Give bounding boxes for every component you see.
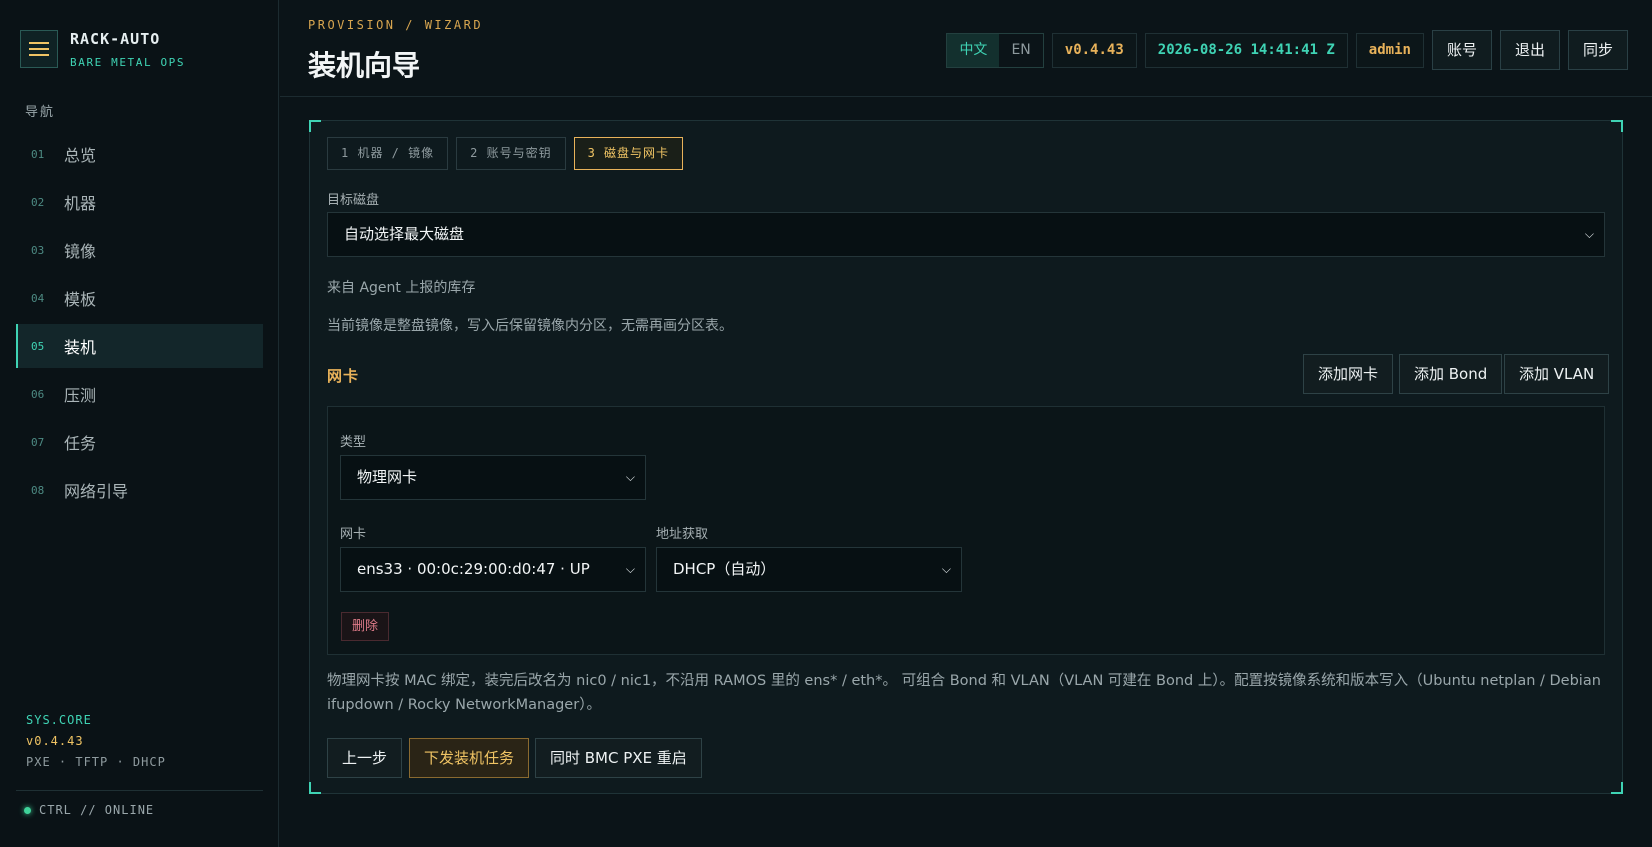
nav-number: 06 <box>31 387 45 401</box>
brand: RACK-AUTO BARE METAL OPS <box>20 30 185 69</box>
sidebar-item-netboot[interactable]: 08 网络引导 <box>16 468 263 512</box>
nic-section-title: 网卡 <box>327 367 360 385</box>
target-disk-value: 自动选择最大磁盘 <box>344 225 465 243</box>
breadcrumb: PROVISION / WIZARD <box>308 18 484 32</box>
chevron-down-icon: ⌵ <box>1584 227 1594 241</box>
nic-select[interactable]: ens33 · 00:0c:29:00:d0:47 · UP ⌵ <box>340 547 646 592</box>
step-tab-account-keys[interactable]: 2 账号与密钥 <box>456 137 566 170</box>
nic-type-value: 物理网卡 <box>357 468 418 486</box>
sys-info: SYS.CORE v0.4.43 PXE · TFTP · DHCP <box>26 713 166 769</box>
sidebar: RACK-AUTO BARE METAL OPS 导航 01 总览 02 机器 … <box>0 0 279 847</box>
nav-number: 05 <box>31 339 45 353</box>
step-tab-disk-nic[interactable]: 3 磁盘与网卡 <box>573 137 684 170</box>
nav-label: 机器 <box>64 194 97 213</box>
clock: 2026-08-26 14:41:41 Z <box>1144 32 1348 68</box>
sidebar-item-provision[interactable]: 05 装机 <box>16 324 263 368</box>
sys-core-label: SYS.CORE <box>26 713 92 727</box>
sys-services: PXE · TFTP · DHCP <box>26 755 166 769</box>
nic-type-label: 类型 <box>340 435 367 450</box>
chevron-down-icon: ⌵ <box>625 562 635 576</box>
sidebar-item-machines[interactable]: 02 机器 <box>16 180 263 224</box>
wizard-card: 1 机器 / 镜像 2 账号与密钥 3 磁盘与网卡 目标磁盘 自动选择最大磁盘 … <box>309 120 1623 794</box>
nic-type-select[interactable]: 物理网卡 ⌵ <box>340 455 646 500</box>
nav-label: 网络引导 <box>64 482 129 501</box>
delete-nic-button[interactable]: 删除 <box>341 612 390 641</box>
step-tab-machine-image[interactable]: 1 机器 / 镜像 <box>327 137 449 170</box>
current-user: admin <box>1355 32 1424 68</box>
chevron-down-icon: ⌵ <box>625 470 635 484</box>
addr-mode-value: DHCP（自动） <box>673 560 776 578</box>
header: PROVISION / WIZARD 装机向导 中文 EN v0.4.43 20… <box>280 0 1652 97</box>
nav-label: 压测 <box>64 386 97 405</box>
sidebar-item-images[interactable]: 03 镜像 <box>16 228 263 272</box>
version-badge: v0.4.43 <box>1051 32 1137 68</box>
target-disk-select[interactable]: 自动选择最大磁盘 ⌵ <box>327 212 1605 257</box>
nav-number: 04 <box>31 291 45 305</box>
image-note: 当前镜像是整盘镜像，写入后保留镜像内分区，无需再画分区表。 <box>327 318 733 334</box>
submit-provision-button[interactable]: 下发装机任务 <box>409 738 530 778</box>
bmc-pxe-reboot-button[interactable]: 同时 BMC PXE 重启 <box>535 738 702 778</box>
divider <box>16 790 263 791</box>
nav-label: 总览 <box>64 146 97 165</box>
addr-label: 地址获取 <box>656 527 709 542</box>
prev-step-button[interactable]: 上一步 <box>327 738 403 778</box>
page-title: 装机向导 <box>308 49 421 82</box>
nic-value: ens33 · 00:0c:29:00:d0:47 · UP <box>357 560 590 578</box>
sys-version: v0.4.43 <box>26 734 84 748</box>
menu-icon[interactable] <box>20 30 58 68</box>
nav-number: 02 <box>31 195 45 209</box>
sync-button[interactable]: 同步 <box>1567 30 1628 70</box>
addr-mode-select[interactable]: DHCP（自动） ⌵ <box>656 547 962 592</box>
add-vlan-button[interactable]: 添加 VLAN <box>1504 354 1610 394</box>
nav-label: 模板 <box>64 290 97 309</box>
online-dot-icon <box>24 806 31 814</box>
nav-label: 装机 <box>64 338 97 357</box>
add-nic-button[interactable]: 添加网卡 <box>1303 354 1394 394</box>
lang-en-button[interactable]: EN <box>999 34 1042 67</box>
nic-config-box: 类型 物理网卡 ⌵ 网卡 ens33 · 00:0c:29:00:d0:47 ·… <box>327 406 1605 655</box>
nic-footer-note: 物理网卡按 MAC 绑定，装完后改名为 nic0 / nic1，不沿用 RAMO… <box>327 673 1601 713</box>
nav-label: 镜像 <box>64 242 97 261</box>
nav-title: 导航 <box>25 105 56 120</box>
sidebar-item-overview[interactable]: 01 总览 <box>16 132 263 176</box>
sidebar-item-tasks[interactable]: 07 任务 <box>16 420 263 464</box>
status-indicator: CTRL // ONLINE <box>24 803 154 817</box>
language-switch: 中文 EN <box>946 32 1044 68</box>
status-text: CTRL // ONLINE <box>39 803 155 817</box>
nav-number: 03 <box>31 243 45 257</box>
nic-label: 网卡 <box>340 527 367 542</box>
disk-label: 目标磁盘 <box>327 193 380 208</box>
logout-button[interactable]: 退出 <box>1499 30 1560 70</box>
nav-number: 07 <box>31 435 45 449</box>
brand-title: RACK-AUTO <box>70 30 161 48</box>
account-button[interactable]: 账号 <box>1431 30 1492 70</box>
sidebar-nav: 01 总览 02 机器 03 镜像 04 模板 05 装机 06 压测 07 任… <box>16 132 263 516</box>
brand-subtitle: BARE METAL OPS <box>70 56 186 69</box>
add-bond-button[interactable]: 添加 Bond <box>1399 354 1503 394</box>
nav-number: 08 <box>31 483 45 497</box>
nav-number: 01 <box>31 147 45 161</box>
sidebar-item-templates[interactable]: 04 模板 <box>16 276 263 320</box>
nav-label: 任务 <box>64 434 97 453</box>
wizard-steps: 1 机器 / 镜像 2 账号与密钥 3 磁盘与网卡 <box>327 137 684 170</box>
chevron-down-icon: ⌵ <box>941 562 951 576</box>
lang-zh-button[interactable]: 中文 <box>947 33 1000 67</box>
sidebar-item-stress-test[interactable]: 06 压测 <box>16 372 263 416</box>
disk-hint: 来自 Agent 上报的库存 <box>327 280 476 296</box>
